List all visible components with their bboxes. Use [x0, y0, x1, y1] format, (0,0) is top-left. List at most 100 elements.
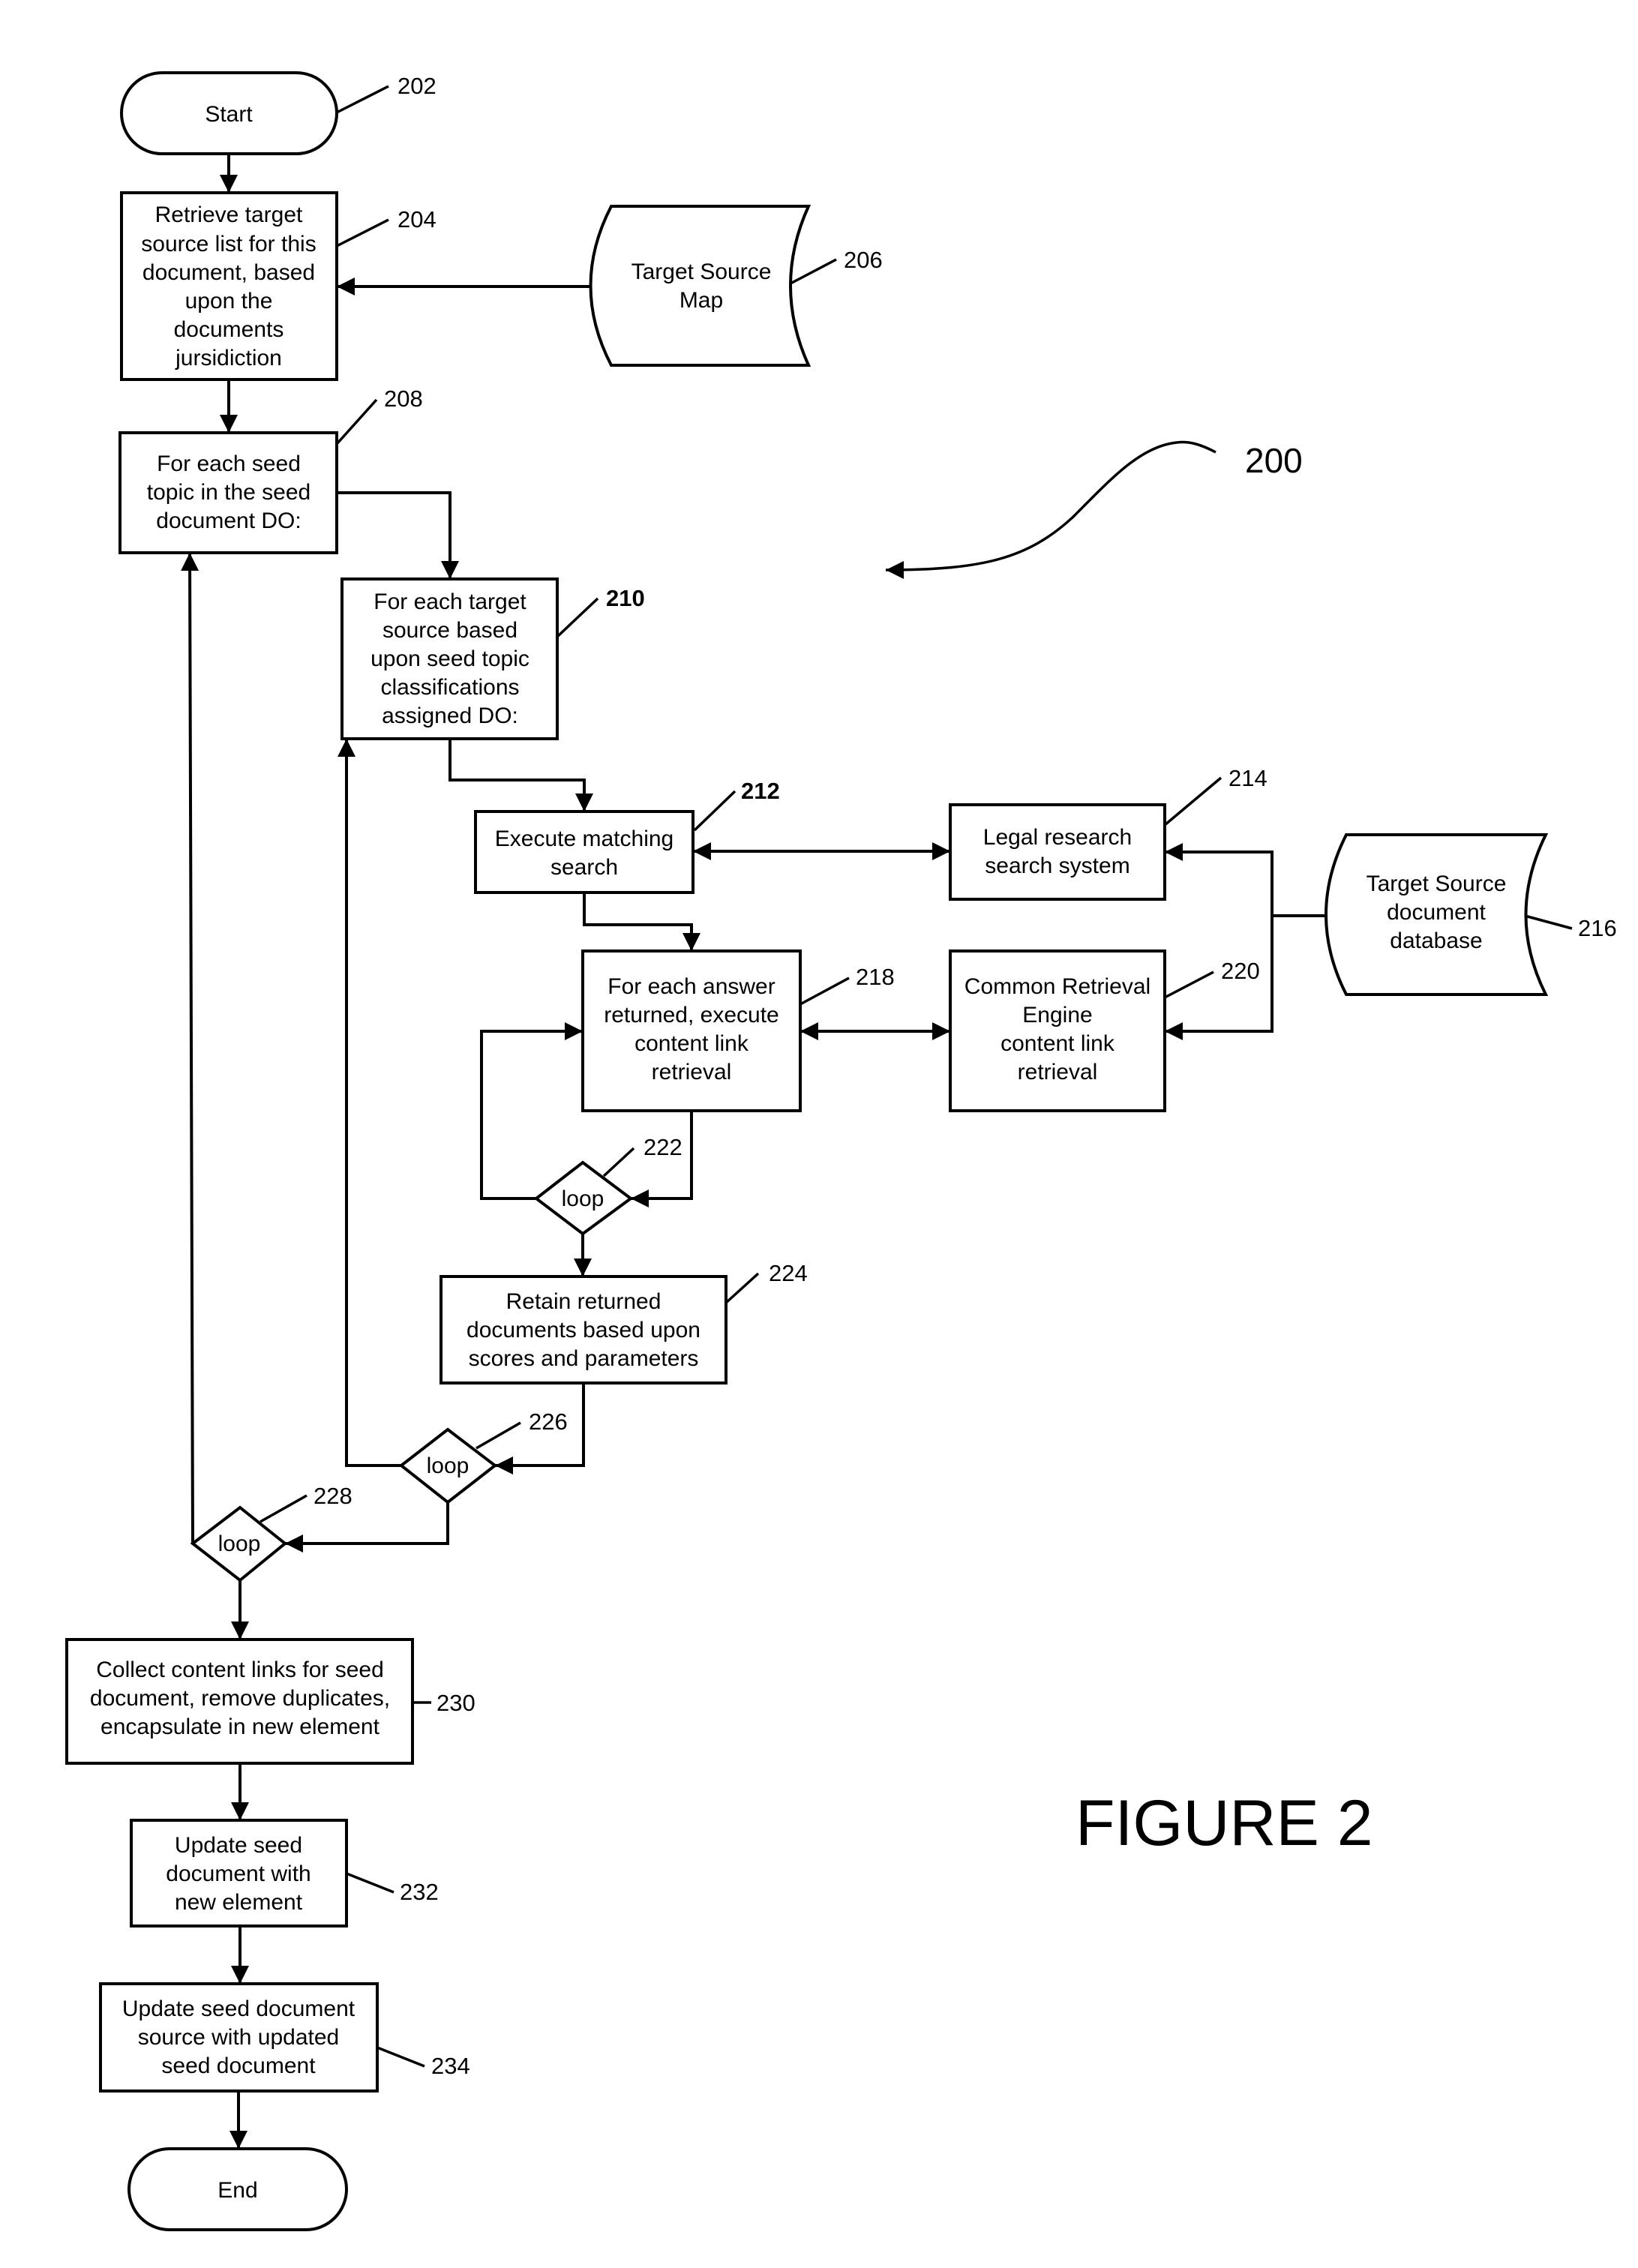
- node-label-line: source based: [382, 618, 518, 643]
- node-loop-228[interactable]: loop: [190, 1505, 288, 1582]
- node-label-line: Collect content links for seed: [96, 1658, 384, 1682]
- edge-216-to-214: [1165, 843, 1274, 916]
- stored-data-shape: [589, 205, 812, 367]
- ref-number-230: 230: [436, 1690, 476, 1716]
- node-label-line: For each target: [374, 590, 526, 614]
- node-label-line: documents based upon: [466, 1318, 700, 1342]
- node-label-line: Legal research: [983, 825, 1132, 850]
- leader-202: [336, 85, 389, 114]
- process-shape: [949, 803, 1166, 901]
- node-label-line: content link: [634, 1031, 749, 1056]
- node-retain-documents[interactable]: Retain returned documents based upon sco…: [440, 1275, 728, 1384]
- ref-number-218: 218: [856, 964, 895, 990]
- node-label-line: Retain returned: [506, 1289, 662, 1314]
- edge-208-to-210: [337, 491, 459, 579]
- edge-212-to-218: [583, 892, 700, 951]
- node-label-line: retrieval: [1018, 1060, 1098, 1084]
- node-label-line: upon seed topic: [370, 646, 530, 671]
- node-label-line: document with: [166, 1862, 310, 1886]
- leader-212: [693, 790, 736, 832]
- node-retrieve-target-list[interactable]: Retrieve target source list for this doc…: [120, 191, 338, 381]
- reference-labels: 202 204 206 208 210 212 214 216 218 220 …: [260, 73, 1617, 2079]
- node-collect-links[interactable]: Collect content links for seed document,…: [65, 1638, 414, 1765]
- node-label-line: Retrieve target: [155, 202, 303, 227]
- node-label-line: document, based: [142, 260, 315, 285]
- node-label-line: returned, execute: [604, 1003, 778, 1028]
- leader-228: [260, 1494, 308, 1523]
- edge-226-to-228: [285, 1502, 449, 1552]
- node-label-line: document DO:: [156, 508, 301, 533]
- ref-number-216: 216: [1578, 915, 1617, 941]
- node-label-line: Target Source: [632, 260, 772, 284]
- node-label-line: document, remove duplicates,: [90, 1686, 390, 1711]
- leader-224: [724, 1272, 760, 1304]
- leader-226: [476, 1421, 521, 1450]
- node-target-source-map[interactable]: Target Source Map: [589, 205, 812, 367]
- ref-number-234: 234: [431, 2053, 470, 2079]
- node-label-line: content link: [1000, 1031, 1115, 1056]
- node-loop-222[interactable]: loop: [533, 1160, 634, 1236]
- node-label-line: retrieval: [652, 1060, 732, 1084]
- ref-number-200: 200: [1245, 441, 1303, 480]
- edge-226-loop-to-210: [338, 739, 401, 1467]
- node-start[interactable]: Start: [120, 71, 338, 155]
- ref-number-212: 212: [741, 778, 780, 804]
- node-label: Start: [205, 102, 253, 127]
- node-end[interactable]: End: [128, 2147, 348, 2231]
- leader-218: [800, 976, 850, 1006]
- flowchart-canvas: Start Retrieve target source list for th…: [65, 71, 1617, 2231]
- node-label-line: Update seed: [175, 1833, 302, 1858]
- leader-220: [1164, 970, 1214, 999]
- ref-number-202: 202: [398, 73, 436, 99]
- ref-number-210: 210: [606, 585, 645, 611]
- node-label-line: seed document: [161, 2054, 316, 2078]
- node-loop-226[interactable]: loop: [398, 1427, 498, 1504]
- node-common-retrieval-engine[interactable]: Common Retrieval Engine content link ret…: [949, 950, 1166, 1112]
- node-label: loop: [427, 1454, 470, 1478]
- node-label-line: scores and parameters: [469, 1346, 699, 1371]
- node-label-line: new element: [175, 1890, 303, 1915]
- node-label-line: assigned DO:: [382, 704, 518, 728]
- node-label-line: classifications: [380, 675, 519, 700]
- edge-210-to-212: [448, 739, 593, 812]
- node-label-line: documents: [174, 317, 284, 342]
- ref-number-220: 220: [1221, 958, 1260, 984]
- node-label-line: Execute matching: [495, 826, 674, 851]
- node-label: loop: [218, 1532, 261, 1556]
- node-label-line: For each seed: [157, 452, 301, 476]
- ref-number-208: 208: [384, 386, 423, 412]
- node-label-line: encapsulate in new element: [100, 1714, 380, 1739]
- node-label-line: Target Source: [1366, 872, 1507, 896]
- node-target-source-db[interactable]: Target Source document database: [1324, 833, 1549, 996]
- figure-caption: FIGURE 2: [1076, 1787, 1373, 1859]
- node-execute-matching-search[interactable]: Execute matching search: [474, 810, 694, 894]
- node-label-line: source list for this: [141, 232, 316, 256]
- ref-number-224: 224: [769, 1260, 808, 1286]
- ref-number-204: 204: [398, 206, 436, 232]
- leader-206: [790, 258, 837, 285]
- node-label-line: Engine: [1022, 1003, 1092, 1028]
- node-update-seed-doc[interactable]: Update seed document with new element: [130, 1819, 348, 1928]
- leader-222: [602, 1147, 635, 1178]
- node-label-line: Update seed document: [122, 1996, 356, 2021]
- node-label-line: source with updated: [138, 2025, 340, 2050]
- node-for-each-target-source[interactable]: For each target source based upon seed t…: [340, 578, 559, 740]
- node-label-line: upon the: [185, 289, 273, 314]
- leader-216: [1524, 914, 1573, 930]
- figure-reference: 200: [885, 440, 1303, 579]
- node-for-each-answer[interactable]: For each answer returned, execute conten…: [581, 950, 802, 1112]
- leader-208: [335, 398, 378, 446]
- node-label: End: [218, 2178, 257, 2203]
- node-label-line: database: [1390, 928, 1482, 953]
- edge-228-loop-to-208: [181, 552, 200, 1544]
- node-update-seed-source[interactable]: Update seed document source with updated…: [99, 1982, 379, 2092]
- node-label-line: Common Retrieval: [964, 974, 1150, 999]
- node-for-each-seed-topic[interactable]: For each seed topic in the seed document…: [118, 431, 338, 554]
- ref-number-206: 206: [844, 247, 883, 273]
- leader-204: [336, 218, 389, 248]
- node-label-line: Map: [680, 288, 723, 313]
- node-legal-research-system[interactable]: Legal research search system: [949, 803, 1166, 901]
- leader-210: [556, 597, 599, 638]
- ref-number-222: 222: [644, 1134, 682, 1160]
- node-label: loop: [562, 1186, 604, 1211]
